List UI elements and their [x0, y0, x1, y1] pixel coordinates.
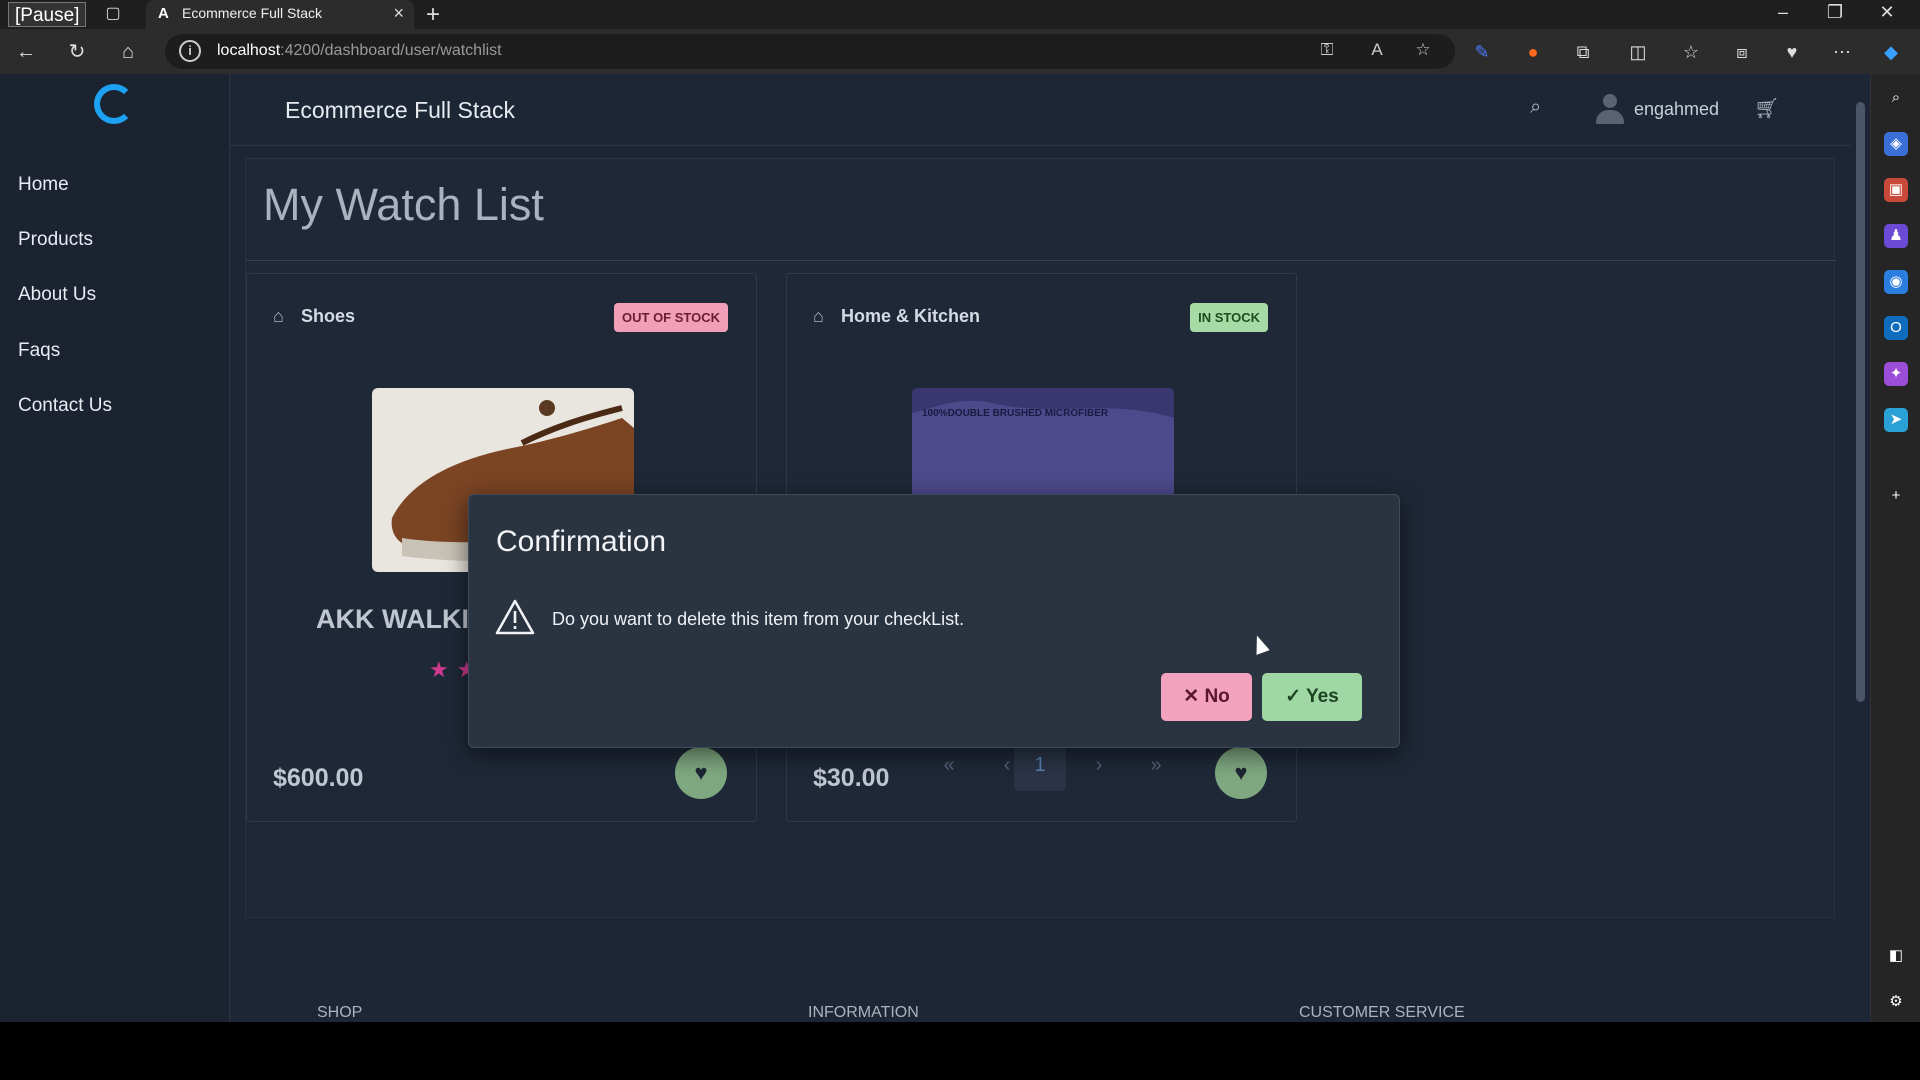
favorites-icon[interactable]: ☆	[1676, 37, 1706, 67]
dialog-title: Confirmation	[496, 525, 667, 558]
check-icon: ✓	[1285, 686, 1307, 707]
favorite-star-icon[interactable]: ☆	[1411, 40, 1435, 60]
microsoft-365-icon[interactable]: ◉	[1884, 270, 1908, 294]
divider	[246, 260, 1836, 261]
restore-icon[interactable]: ❐	[1815, 2, 1855, 23]
scrollbar-thumb[interactable]	[1856, 102, 1865, 702]
star-icon: ★	[429, 657, 457, 682]
refresh-icon[interactable]: ↻	[61, 37, 93, 67]
site-info-icon[interactable]: i	[179, 40, 201, 62]
tab-ecommerce[interactable]: A Ecommerce Full Stack ×	[146, 0, 414, 29]
page-title: My Watch List	[263, 179, 544, 230]
search-icon[interactable]: ⌕	[1530, 96, 1541, 119]
new-tab-icon[interactable]: +	[426, 1, 440, 29]
yes-button[interactable]: ✓ Yes	[1262, 673, 1362, 721]
sidebar: Home Products About Us Faqs Contact Us	[0, 74, 230, 1022]
image-caption: 100%DOUBLE BRUSHED MICROFIBER	[922, 408, 1109, 419]
sidebar-item-about-us[interactable]: About Us	[18, 284, 96, 306]
url-text: localhost:4200/dashboard/user/watchlist	[217, 42, 502, 59]
logo[interactable]	[66, 82, 162, 142]
footer-customer-service: CUSTOMER SERVICE	[1299, 1004, 1465, 1021]
cart-icon[interactable]: 🛒︎	[1754, 96, 1779, 121]
card-category: ⌂ Shoes	[273, 306, 356, 326]
copilot-icon[interactable]: ◆	[1876, 37, 1906, 67]
split-screen-icon[interactable]: ◫	[1623, 37, 1653, 67]
extensions-icon[interactable]: ⧉	[1568, 37, 1598, 67]
minimize-icon[interactable]: –	[1763, 2, 1803, 23]
extension-orange-icon[interactable]: ●	[1518, 37, 1548, 67]
tools-icon[interactable]: ▣	[1884, 178, 1908, 202]
dialog-message: Do you want to delete this item from you…	[552, 609, 965, 629]
screen: [Pause] ▢ A Ecommerce Full Stack × + – ❐…	[0, 0, 1920, 1080]
avatar[interactable]	[1594, 94, 1626, 126]
shopping-icon[interactable]: ◈	[1884, 132, 1908, 156]
tag-icon: ⌂	[273, 306, 284, 326]
no-button[interactable]: ✕ No	[1161, 673, 1252, 721]
drop-icon[interactable]: ➤	[1884, 408, 1908, 432]
status-badge: IN STOCK	[1190, 303, 1268, 332]
home-icon[interactable]: ⌂	[112, 37, 144, 67]
app-title: Ecommerce Full Stack	[285, 97, 516, 123]
tab-title: Ecommerce Full Stack	[182, 5, 323, 21]
close-icon: ✕	[1183, 686, 1205, 707]
logo-mark	[94, 84, 134, 124]
username[interactable]: engahmed	[1634, 99, 1719, 120]
sidebar-item-products[interactable]: Products	[18, 229, 93, 251]
sidebar-toggle-icon[interactable]: ◧	[1884, 944, 1908, 968]
back-icon[interactable]: ←	[10, 37, 42, 67]
games-icon[interactable]: ♟	[1884, 224, 1908, 248]
web-page: Home Products About Us Faqs Contact Us E…	[0, 74, 1870, 1022]
add-icon[interactable]: +	[1884, 484, 1908, 508]
collections-icon[interactable]: ⧈	[1727, 37, 1757, 67]
pause-indicator: [Pause]	[8, 2, 87, 27]
product-name[interactable]: AKK WALKI	[316, 604, 469, 635]
card-category: ⌂ Home & Kitchen	[813, 306, 981, 326]
browser-tab-bar: [Pause] ▢ A Ecommerce Full Stack × + – ❐…	[0, 0, 1920, 29]
pen-extension-icon[interactable]: ✎	[1467, 37, 1497, 67]
sidebar-item-home[interactable]: Home	[18, 174, 69, 196]
close-window-icon[interactable]: ✕	[1867, 2, 1907, 23]
search-icon[interactable]: ⌕	[1884, 86, 1908, 110]
angular-icon: A	[158, 5, 169, 22]
confirmation-dialog: Confirmation Do you want to delete this …	[468, 494, 1400, 748]
warning-icon	[495, 599, 535, 635]
read-aloud-icon[interactable]: A	[1365, 40, 1389, 60]
sidebar-item-contact-us[interactable]: Contact Us	[18, 395, 112, 417]
key-icon[interactable]: ⚿	[1315, 40, 1339, 60]
browser-essentials-icon[interactable]: ♥	[1777, 37, 1807, 67]
browser-toolbar: ← ↻ ⌂ i localhost:4200/dashboard/user/wa…	[0, 29, 1920, 74]
outlook-icon[interactable]: O	[1884, 316, 1908, 340]
footer-information: INFORMATION	[808, 1004, 919, 1021]
page-scrollbar[interactable]	[1851, 74, 1870, 1022]
edge-sidebar: ⌕ ◈ ▣ ♟ ◉ O ✦ ➤ + ◧ ⚙	[1870, 74, 1920, 1022]
designer-icon[interactable]: ✦	[1884, 362, 1908, 386]
app-header: Ecommerce Full Stack ⌕ engahmed 🛒︎	[230, 74, 1870, 146]
settings-icon[interactable]: ⚙	[1884, 990, 1908, 1014]
address-bar[interactable]: i localhost:4200/dashboard/user/watchlis…	[165, 34, 1455, 69]
status-badge: OUT OF STOCK	[614, 303, 728, 332]
tag-icon: ⌂	[813, 306, 824, 326]
close-tab-icon[interactable]: ×	[393, 3, 404, 24]
more-icon[interactable]: ⋯	[1827, 37, 1857, 67]
footer-shop: SHOP	[317, 1004, 363, 1021]
sidebar-item-faqs[interactable]: Faqs	[18, 340, 60, 362]
tab-actions-icon[interactable]: ▢	[102, 3, 124, 25]
